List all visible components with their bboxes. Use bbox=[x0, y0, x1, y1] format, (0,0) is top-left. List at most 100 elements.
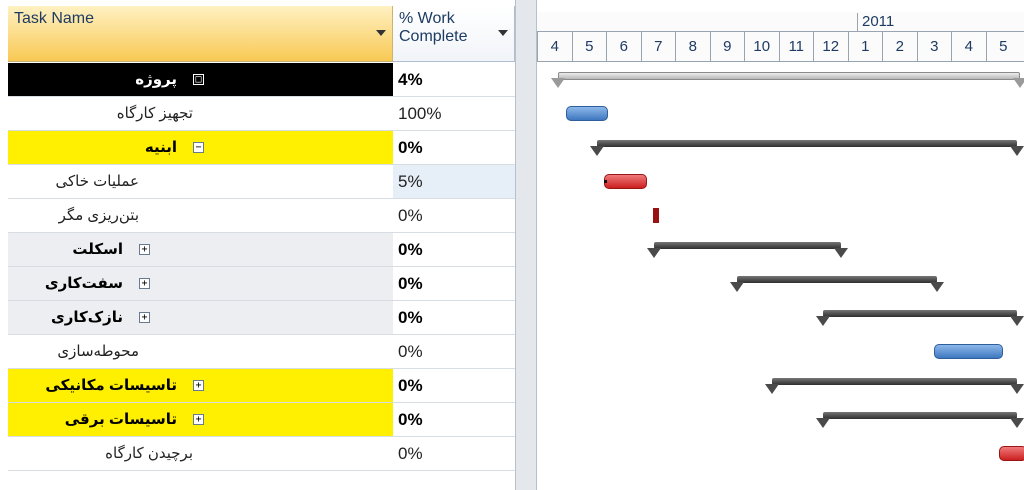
month-tick-label: 12 bbox=[813, 32, 848, 62]
collapse-icon[interactable]: − bbox=[193, 142, 204, 153]
work-complete-cell[interactable]: 5% bbox=[393, 165, 515, 199]
expand-icon[interactable]: + bbox=[139, 312, 150, 323]
task-progress-bar bbox=[604, 180, 608, 183]
summary-bar-end-icon bbox=[833, 248, 848, 258]
task-row-name[interactable]: + سفت‌کاری bbox=[8, 267, 393, 301]
task-name-filter-icon[interactable] bbox=[376, 30, 386, 36]
month-tick-label: 7 bbox=[640, 32, 676, 62]
work-complete-filter-icon[interactable] bbox=[498, 30, 508, 36]
summary-bar-end-icon bbox=[1009, 316, 1024, 326]
work-complete-cell[interactable]: 0% bbox=[393, 301, 515, 335]
task-name-text: برچیدن کارگاه bbox=[105, 445, 193, 462]
work-complete-value: 0% bbox=[398, 342, 423, 361]
task-name-text: نازک‌کاری bbox=[51, 309, 123, 326]
task-row-name[interactable]: عملیات خاکی bbox=[8, 165, 393, 199]
summary-bar-end-icon bbox=[647, 248, 662, 258]
task-name-text: سفت‌کاری bbox=[44, 275, 123, 292]
month-tick-label: 9 bbox=[709, 32, 745, 62]
work-complete-header[interactable]: % Work Complete bbox=[393, 6, 515, 62]
month-tick-label: 10 bbox=[744, 32, 779, 62]
summary-bar-end-icon bbox=[930, 282, 945, 292]
work-complete-value: 100% bbox=[398, 104, 442, 123]
expand-icon[interactable]: + bbox=[139, 278, 150, 289]
timescale-months: 4 5 6 7 8 9 10 11 12 1 2 3 4 5 bbox=[537, 32, 1024, 62]
task-row-name[interactable]: + تاسیسات مکانیکی bbox=[8, 369, 393, 403]
task-row-name[interactable]: تجهیز کارگاه bbox=[8, 97, 393, 131]
gantt-chart: 2011 4 5 6 7 8 9 10 11 12 1 2 3 4 5 bbox=[537, 0, 1024, 490]
summary-bar-end-icon bbox=[1009, 418, 1024, 428]
task-bar[interactable] bbox=[999, 446, 1024, 461]
work-complete-cell[interactable]: 0% bbox=[393, 199, 515, 233]
summary-bar[interactable] bbox=[737, 276, 938, 283]
work-complete-header-label: % Work Complete bbox=[399, 10, 468, 45]
work-complete-value: 0% bbox=[398, 206, 423, 225]
work-complete-cell[interactable]: 4% bbox=[393, 63, 515, 97]
task-row-name[interactable]: □ پروژه bbox=[8, 63, 393, 97]
task-bar[interactable] bbox=[566, 106, 608, 121]
summary-bar-end-icon bbox=[1009, 384, 1024, 394]
month-tick-label: 5 bbox=[985, 32, 1021, 62]
task-name-text: پروژه bbox=[135, 71, 177, 88]
month-tick-label: 4 bbox=[537, 32, 572, 62]
month-tick-label: 4 bbox=[951, 32, 986, 62]
summary-bar-end-icon bbox=[816, 418, 831, 428]
month-tick-label: 6 bbox=[606, 32, 641, 62]
summary-bar-end-icon bbox=[550, 78, 565, 88]
summary-bar[interactable] bbox=[823, 310, 1017, 317]
summary-bar[interactable] bbox=[654, 242, 841, 249]
project-summary-bar[interactable] bbox=[557, 72, 1020, 80]
task-name-text: ابنیه bbox=[144, 139, 177, 156]
summary-toggle-icon[interactable]: □ bbox=[193, 74, 204, 85]
task-row-name[interactable]: + نازک‌کاری bbox=[8, 301, 393, 335]
year-label: 2011 bbox=[857, 13, 894, 32]
work-complete-cell[interactable]: 0% bbox=[393, 131, 515, 165]
summary-bar-end-icon bbox=[730, 282, 745, 292]
task-bar[interactable] bbox=[933, 344, 1003, 359]
task-row-name[interactable]: + اسکلت bbox=[8, 233, 393, 267]
work-complete-value: 0% bbox=[398, 274, 423, 293]
task-row-name[interactable]: برچیدن کارگاه bbox=[8, 437, 393, 471]
task-bar[interactable] bbox=[652, 208, 660, 223]
expand-icon[interactable]: + bbox=[139, 244, 150, 255]
expand-icon[interactable]: + bbox=[193, 380, 204, 391]
work-complete-value: 0% bbox=[398, 240, 423, 259]
summary-bar[interactable] bbox=[771, 378, 1017, 385]
expand-icon[interactable]: + bbox=[193, 414, 204, 425]
month-tick-label: 5 bbox=[571, 32, 607, 62]
work-complete-value: 0% bbox=[398, 444, 423, 463]
summary-bar-end-icon bbox=[1013, 78, 1024, 88]
task-name-text: تاسیسات برقی bbox=[64, 411, 177, 428]
task-grid: Task Name % Work Complete □ پروژه 4% تجهیز … bbox=[0, 0, 524, 490]
summary-bar-end-icon bbox=[816, 316, 831, 326]
work-complete-value: 4% bbox=[398, 70, 423, 89]
summary-bar[interactable] bbox=[823, 412, 1017, 419]
task-row-name[interactable]: + تاسیسات برقی bbox=[8, 403, 393, 437]
task-row-name[interactable]: بتن‌ریزی مگر bbox=[8, 199, 393, 233]
task-name-text: اسکلت bbox=[72, 241, 123, 258]
month-tick-label: 3 bbox=[916, 32, 952, 62]
work-complete-cell[interactable]: 0% bbox=[393, 437, 515, 471]
work-complete-cell[interactable]: 0% bbox=[393, 267, 515, 301]
work-complete-cell[interactable]: 0% bbox=[393, 369, 515, 403]
work-complete-cell[interactable]: 0% bbox=[393, 233, 515, 267]
month-tick-label: 8 bbox=[675, 32, 710, 62]
summary-bar[interactable] bbox=[597, 140, 1017, 147]
work-complete-value: 0% bbox=[398, 376, 423, 395]
work-complete-value: 0% bbox=[398, 308, 423, 327]
pane-divider[interactable] bbox=[515, 0, 537, 490]
task-name-text: تجهیز کارگاه bbox=[116, 105, 193, 122]
task-name-header[interactable]: Task Name bbox=[8, 6, 393, 62]
month-tick-label: 11 bbox=[778, 32, 814, 62]
summary-bar-end-icon bbox=[1009, 146, 1024, 156]
summary-bar-end-icon bbox=[590, 146, 605, 156]
timescale-year: 2011 bbox=[537, 12, 1024, 32]
task-row-name[interactable]: − ابنیه bbox=[8, 131, 393, 165]
task-row-name[interactable]: محوطه‌سازی bbox=[8, 335, 393, 369]
month-tick-label: 2 bbox=[882, 32, 917, 62]
work-complete-value: 5% bbox=[398, 172, 423, 191]
summary-bar-end-icon bbox=[764, 384, 779, 394]
work-complete-cell[interactable]: 0% bbox=[393, 403, 515, 437]
work-complete-cell[interactable]: 0% bbox=[393, 335, 515, 369]
task-bar[interactable] bbox=[604, 174, 648, 189]
work-complete-cell[interactable]: 100% bbox=[393, 97, 515, 131]
